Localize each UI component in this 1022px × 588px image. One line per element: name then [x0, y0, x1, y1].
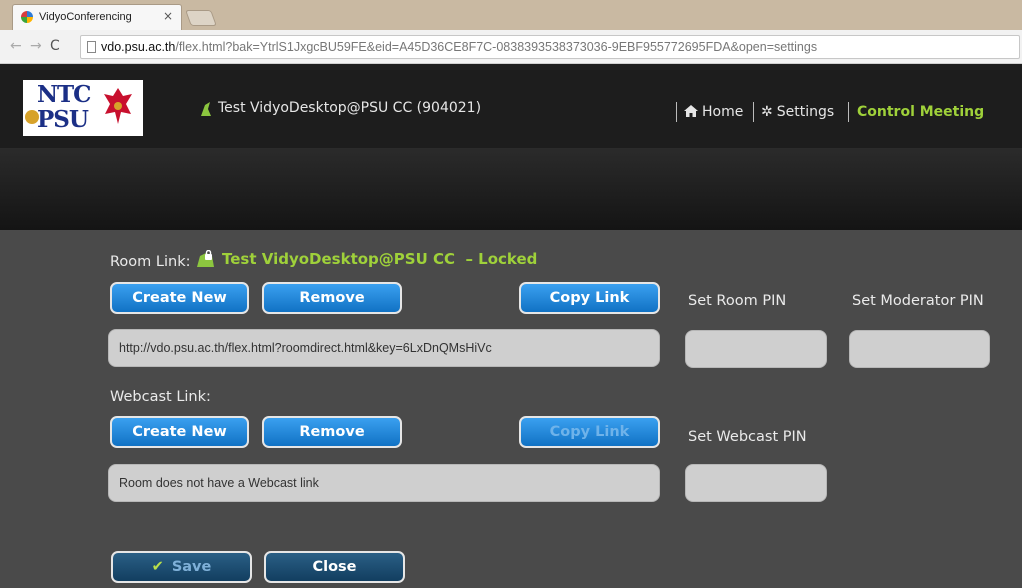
person-icon — [201, 102, 211, 116]
nav-control-meeting[interactable]: Control Meeting — [857, 104, 984, 120]
nav-divider — [753, 102, 754, 122]
nav-divider — [848, 102, 849, 122]
webcast-link-field[interactable]: Room does not have a Webcast link — [108, 464, 660, 502]
page-header: NTC PSU Test VidyoDesktop@PSU CC (904021… — [0, 64, 1022, 148]
browser-tabstrip: VidyoConferencing × — [0, 0, 1022, 30]
logo-text-psu: PSU — [37, 106, 89, 133]
nav-divider — [676, 102, 677, 122]
room-copy-link-button[interactable]: Copy Link — [519, 282, 660, 314]
room-create-new-button[interactable]: Create New — [110, 282, 249, 314]
browser-tab[interactable]: VidyoConferencing × — [12, 4, 182, 30]
vidyo-favicon-icon — [21, 11, 33, 23]
url-text: vdo.psu.ac.th/flex.html?bak=YtrlS1JxgcBU… — [101, 40, 818, 54]
locked-room-title: Test VidyoDesktop@PSU CC — [222, 250, 455, 268]
moderator-pin-label: Set Moderator PIN — [852, 293, 984, 309]
lock-icon — [197, 250, 214, 267]
webcast-link-label: Webcast Link: — [110, 389, 211, 405]
room-remove-button[interactable]: Remove — [262, 282, 402, 314]
gear-icon: ✲ — [761, 104, 773, 120]
webcast-remove-button[interactable]: Remove — [262, 416, 402, 448]
tab-close-icon[interactable]: × — [163, 9, 173, 23]
room-pin-label: Set Room PIN — [688, 293, 787, 309]
webcast-create-new-button[interactable]: Create New — [110, 416, 249, 448]
room-link-field[interactable]: http://vdo.psu.ac.th/flex.html?roomdirec… — [108, 329, 660, 367]
save-button[interactable]: ✔ Save — [111, 551, 252, 583]
meeting-status-bar: Test VidyoDesktop@PSU CC – Locked — [0, 148, 1022, 268]
reload-icon[interactable]: C — [50, 38, 60, 54]
home-icon — [684, 105, 698, 117]
tab-title: VidyoConferencing — [39, 11, 132, 23]
forward-arrow-icon[interactable]: → — [30, 38, 42, 54]
locked-label: – Locked — [465, 250, 538, 268]
new-tab-button[interactable] — [185, 10, 217, 26]
nav-home[interactable]: Home — [684, 104, 743, 120]
moderator-pin-input[interactable] — [849, 330, 990, 368]
vidyo-page: NTC PSU Test VidyoDesktop@PSU CC (904021… — [0, 64, 1022, 588]
garuda-emblem-icon — [104, 88, 132, 124]
address-bar[interactable]: vdo.psu.ac.th/flex.html?bak=YtrlS1JxgcBU… — [80, 35, 1020, 59]
checkmark-icon: ✔ — [151, 559, 164, 575]
webcast-pin-input[interactable] — [685, 464, 827, 502]
back-arrow-icon[interactable]: ← — [10, 38, 22, 54]
close-button[interactable]: Close — [264, 551, 405, 583]
logo-text-ntc: NTC — [37, 81, 91, 108]
page-icon — [87, 41, 96, 53]
webcast-copy-link-button[interactable]: Copy Link — [519, 416, 660, 448]
room-link-label: Room Link: — [110, 254, 191, 270]
room-pin-input[interactable] — [685, 330, 827, 368]
webcast-pin-label: Set Webcast PIN — [688, 429, 807, 445]
nav-settings[interactable]: ✲ Settings — [761, 104, 834, 120]
room-name: Test VidyoDesktop@PSU CC (904021) — [218, 100, 482, 116]
browser-toolbar: ← → C vdo.psu.ac.th/flex.html?bak=YtrlS1… — [0, 30, 1022, 64]
ntc-psu-logo: NTC PSU — [23, 80, 143, 136]
